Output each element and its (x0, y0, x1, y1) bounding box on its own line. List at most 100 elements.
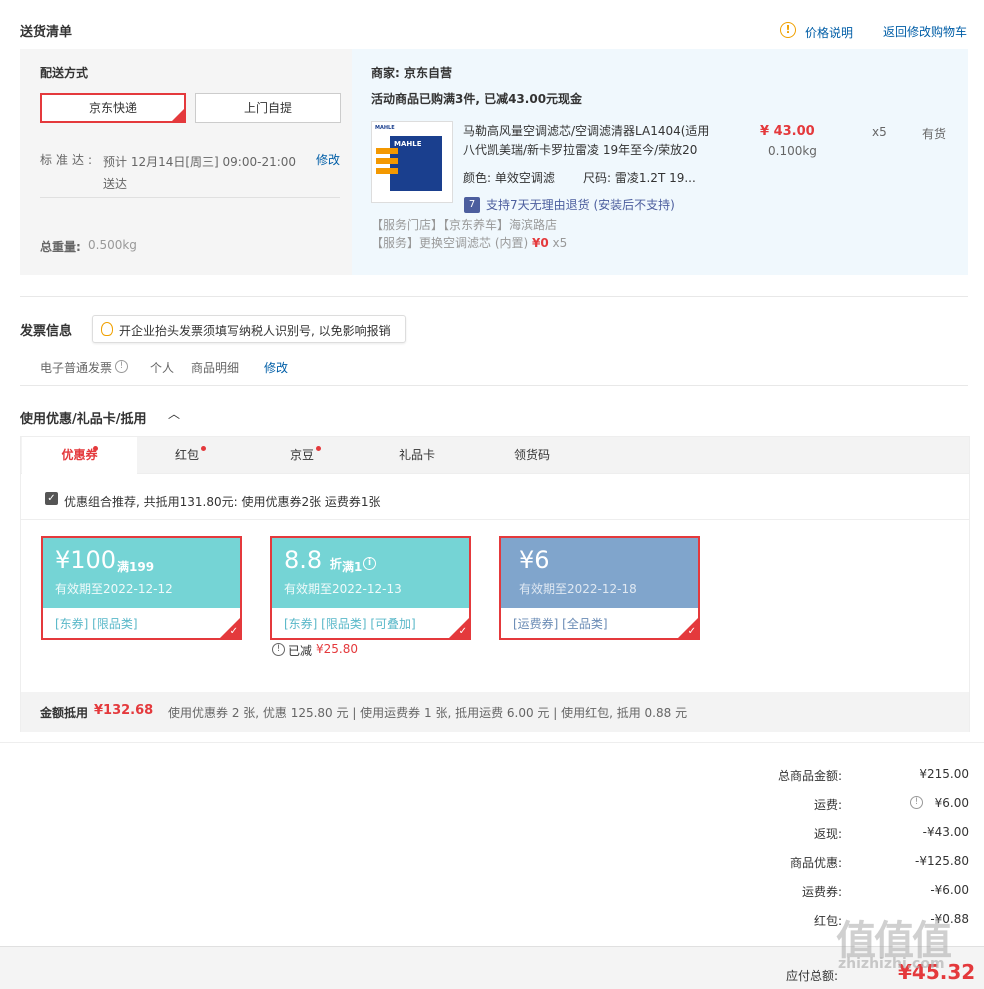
coupon-condition: 满199 (117, 560, 155, 574)
cashback-value: -¥43.00 (922, 825, 969, 839)
watermark: 值值值 zhizhizhi.com (836, 908, 976, 978)
total-label: 总商品金额: (777, 769, 842, 783)
info-icon[interactable]: ! (910, 796, 923, 809)
payable-label: 应付总额: (786, 969, 839, 983)
total-weight-value: 0.500kg (88, 238, 137, 252)
coupon-tags: [运费券] [全品类] (513, 617, 608, 631)
invoice-content: 商品明细 (191, 361, 240, 375)
info-icon: ! (780, 22, 796, 38)
summary-detail: 使用优惠券 2 张, 优惠 125.80 元 | 使用运费券 1 张, 抵用运费… (168, 706, 688, 720)
product-quantity: x5 (872, 125, 887, 139)
image-tag (376, 148, 398, 154)
combo-checkbox[interactable]: ✓ (45, 492, 58, 505)
tab-redeem-code[interactable]: 领货码 (482, 437, 582, 475)
invoice-tip-text: 开企业抬头发票须填写纳税人识别号, 以免影响报销 (119, 324, 391, 338)
check-icon: ✓ (229, 626, 238, 637)
coupon-condition: 满1 (342, 560, 363, 574)
shipping-method-label: 配送方式 (40, 66, 89, 80)
coupon-amount: ¥6 (519, 546, 550, 574)
coupon-header: 8.8 折 满1 i 有效期至2022-12-13 (272, 538, 469, 608)
coupon-expiry: 有效期至2022-12-18 (519, 582, 637, 596)
product-price: ¥ 43.00 (760, 124, 815, 139)
section-title-coupons: 使用优惠/礼品卡/抵用 (20, 412, 147, 427)
divider (0, 742, 984, 743)
merchant-name: 商家: 京东自营 (371, 66, 452, 80)
divider (21, 519, 969, 520)
coupon-amount: 8.8 折 (284, 546, 342, 574)
coupon-discount: 8.8 (284, 546, 323, 574)
service-item-label: 【服务】更换空调滤芯 (内置) (371, 236, 529, 250)
promo-text: 活动商品已购满3件, 已减43.00元现金 (371, 92, 583, 106)
tab-label: 礼品卡 (398, 448, 435, 462)
coupon-card[interactable]: ¥100 满199 有效期至2022-12-12 [东券] [限品类] ✓ (41, 536, 242, 640)
check-icon: ✓ (176, 106, 183, 115)
product-color: 颜色: 单效空调滤 (463, 171, 555, 185)
lightbulb-icon (101, 322, 113, 336)
tab-label: 京豆 (289, 448, 314, 462)
divider (20, 385, 968, 386)
red-dot-badge (201, 446, 206, 451)
info-icon[interactable]: i (363, 557, 376, 570)
check-icon: ✓ (687, 626, 696, 637)
coupon-amount: ¥100 (55, 546, 117, 574)
red-dot-badge (93, 446, 98, 451)
stock-status: 有货 (922, 127, 947, 141)
coupon-card[interactable]: 8.8 折 满1 i 有效期至2022-12-13 [东券] [限品类] [可叠… (270, 536, 471, 640)
standard-delivery-time: 预计 12月14日[周三] 09:00-21:00 送达 (103, 155, 297, 191)
summary-amount: ¥132.68 (94, 703, 154, 718)
coupon-tags: [东券] [限品类] [可叠加] (284, 617, 416, 631)
coupon-tags: [东券] [限品类] (55, 617, 138, 631)
saved-amount: ¥25.80 (316, 642, 358, 656)
product-name-link[interactable]: 马勒高风量空调滤芯/空调滤清器LA1404(适用八代凯美瑞/新卡罗拉雷凌 19年… (463, 122, 713, 160)
saved-label: 已减 (288, 644, 313, 658)
red-dot-badge (316, 446, 321, 451)
tab-label: 领货码 (513, 448, 550, 462)
tab-jd-beans[interactable]: 京豆 (252, 437, 352, 475)
image-tag (376, 168, 398, 174)
total-value: ¥215.00 (919, 767, 969, 781)
shipping-coupon-label: 运费券: (801, 885, 842, 899)
section-title-invoice: 发票信息 (20, 324, 73, 339)
coupon-unit: 折 (329, 557, 342, 571)
divider (20, 296, 968, 297)
watermark-en: zhizhizhi.com (838, 956, 945, 972)
ship-jd-express-button[interactable]: 京东快递 ✓ (40, 93, 186, 123)
coupon-header: ¥100 满199 有效期至2022-12-12 (43, 538, 240, 608)
coupon-card[interactable]: ¥6 有效期至2022-12-18 [运费券] [全品类] ✓ (499, 536, 700, 640)
price-note-link[interactable]: 价格说明 (805, 24, 853, 41)
discount-value: -¥125.80 (915, 854, 969, 868)
service-item-qty: x5 (552, 236, 568, 250)
service-store: 【服务门店】【京东养车】海滨路店 (371, 218, 558, 232)
shipping-coupon-value: -¥6.00 (930, 883, 969, 897)
info-icon[interactable]: ! (115, 360, 128, 373)
ship-jd-label: 京东快递 (88, 101, 137, 115)
summary-label: 金额抵用 (40, 706, 89, 720)
standard-delivery-label: 标准达: (40, 153, 97, 167)
ship-self-pickup-button[interactable]: 上门自提 (195, 93, 341, 123)
info-icon: ! (272, 643, 285, 656)
tab-red-packets[interactable]: 红包 (137, 437, 237, 475)
chevron-up-icon[interactable]: ︿ (168, 405, 180, 422)
tab-gift-card[interactable]: 礼品卡 (367, 437, 467, 475)
tab-label: 优惠券 (61, 448, 98, 462)
box-brand: MAHLE (394, 140, 422, 148)
coupon-expiry: 有效期至2022-12-12 (55, 582, 173, 596)
check-icon: ✓ (458, 626, 467, 637)
cashback-label: 返现: (813, 827, 842, 841)
invoice-title-type: 个人 (150, 361, 175, 375)
invoice-type: 电子普通发票 (40, 361, 113, 375)
back-to-cart-link[interactable]: 返回修改购物车 (883, 23, 967, 40)
image-tag (376, 158, 398, 164)
coupon-expiry: 有效期至2022-12-13 (284, 582, 402, 596)
product-size: 尺码: 雷凌1.2T 19... (583, 171, 696, 185)
tab-coupons[interactable]: 优惠券 (22, 437, 137, 475)
invoice-edit-link[interactable]: 修改 (264, 359, 288, 376)
brand-logo: MAHLE (375, 125, 395, 131)
coupon-header: ¥6 有效期至2022-12-18 (501, 538, 698, 608)
product-image[interactable]: MAHLE MAHLE (371, 121, 453, 203)
delivery-edit-link[interactable]: 修改 (316, 151, 340, 168)
return-policy-text: 支持7天无理由退货 (安装后不支持) (486, 198, 675, 212)
total-weight-label: 总重量: (40, 240, 81, 254)
invoice-tip: 开企业抬头发票须填写纳税人识别号, 以免影响报销 (92, 315, 406, 343)
coupon-tabs: 优惠券 红包 京豆 礼品卡 领货码 (20, 436, 970, 475)
